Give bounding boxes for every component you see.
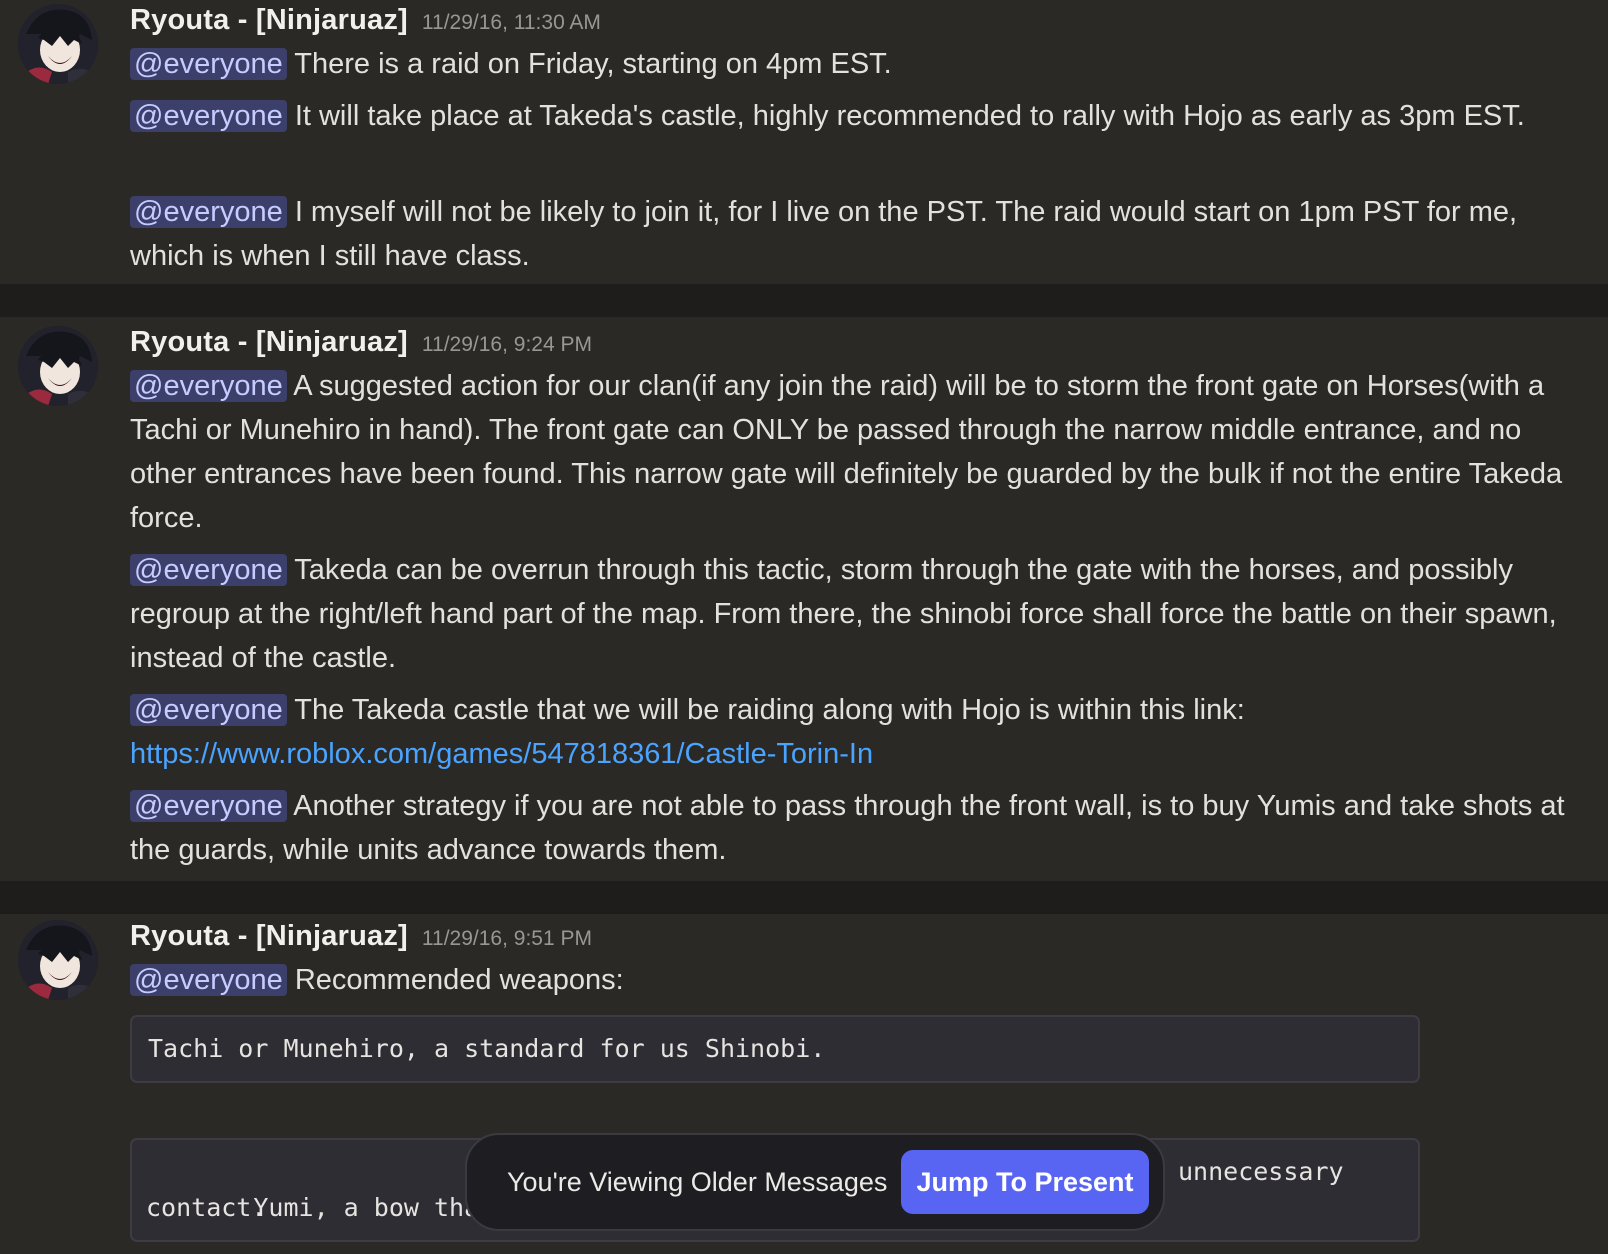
mention-everyone[interactable]: @everyone [130, 48, 287, 80]
message-text: Recommended weapons: [294, 964, 624, 996]
message-paragraph: @everyone The Takeda castle that we will… [130, 688, 1565, 776]
timestamp[interactable]: 11/29/16, 11:30 AM [422, 11, 601, 34]
mention-everyone[interactable]: @everyone [130, 790, 287, 822]
avatar[interactable] [18, 4, 98, 84]
message-paragraph: @everyone I myself will not be likely to… [130, 190, 1565, 278]
message-text: Takeda can be overrun through this tacti… [130, 554, 1557, 674]
older-messages-label: You're Viewing Older Messages [507, 1167, 888, 1197]
message-paragraph: @everyone Recommended weapons: [130, 958, 1565, 1002]
timestamp[interactable]: 11/29/16, 9:51 PM [422, 927, 592, 950]
message-paragraph: @everyone It will take place at Takeda's… [130, 94, 1565, 138]
roblox-game-link[interactable]: https://www.roblox.com/games/547818361/C… [130, 738, 873, 770]
anime-character-avatar-icon [18, 920, 98, 1000]
anime-character-avatar-icon [18, 4, 98, 84]
username[interactable]: Ryouta - [Ninjaruaz] [130, 920, 408, 952]
avatar[interactable] [18, 920, 98, 1000]
username[interactable]: Ryouta - [Ninjaruaz] [130, 326, 408, 358]
mention-everyone[interactable]: @everyone [130, 370, 287, 402]
message-header: Ryouta - [Ninjaruaz] 11/29/16, 9:24 PM [130, 326, 592, 359]
message-paragraph: @everyone Another strategy if you are no… [130, 784, 1565, 872]
mention-everyone[interactable]: @everyone [130, 694, 287, 726]
message-header: Ryouta - [Ninjaruaz] 11/29/16, 9:51 PM [130, 920, 592, 953]
message-text: There is a raid on Friday, starting on 4… [294, 48, 892, 80]
jump-to-present-button[interactable]: Jump To Present [901, 1150, 1149, 1214]
message-text: The Takeda castle that we will be raidin… [294, 694, 1245, 726]
username[interactable]: Ryouta - [Ninjaruaz] [130, 4, 408, 36]
message-text: A suggested action for our clan(if any j… [130, 370, 1563, 534]
message-paragraph: @everyone There is a raid on Friday, sta… [130, 42, 1565, 86]
mention-everyone[interactable]: @everyone [130, 100, 287, 132]
message-group-divider [0, 881, 1608, 914]
avatar[interactable] [18, 326, 98, 406]
message-paragraph: @everyone Takeda can be overrun through … [130, 548, 1565, 680]
chat-view: Ryouta - [Ninjaruaz] 11/29/16, 11:30 AM @… [0, 0, 1608, 1254]
mention-everyone[interactable]: @everyone [130, 964, 287, 996]
message-paragraph: @everyone A suggested action for our cla… [130, 364, 1565, 540]
message-text: Another strategy if you are not able to … [130, 790, 1565, 866]
message-group-divider [0, 284, 1608, 317]
timestamp[interactable]: 11/29/16, 9:24 PM [422, 333, 592, 356]
anime-character-avatar-icon [18, 326, 98, 406]
older-messages-bar: You're Viewing Older Messages Jump To Pr… [465, 1133, 1165, 1231]
message-header: Ryouta - [Ninjaruaz] 11/29/16, 11:30 AM [130, 4, 601, 37]
code-block: Tachi or Munehiro, a standard for us Shi… [130, 1015, 1420, 1083]
mention-everyone[interactable]: @everyone [130, 196, 287, 228]
message-text: I myself will not be likely to join it, … [130, 196, 1518, 272]
message-text: It will take place at Takeda's castle, h… [294, 100, 1525, 132]
mention-everyone[interactable]: @everyone [130, 554, 287, 586]
